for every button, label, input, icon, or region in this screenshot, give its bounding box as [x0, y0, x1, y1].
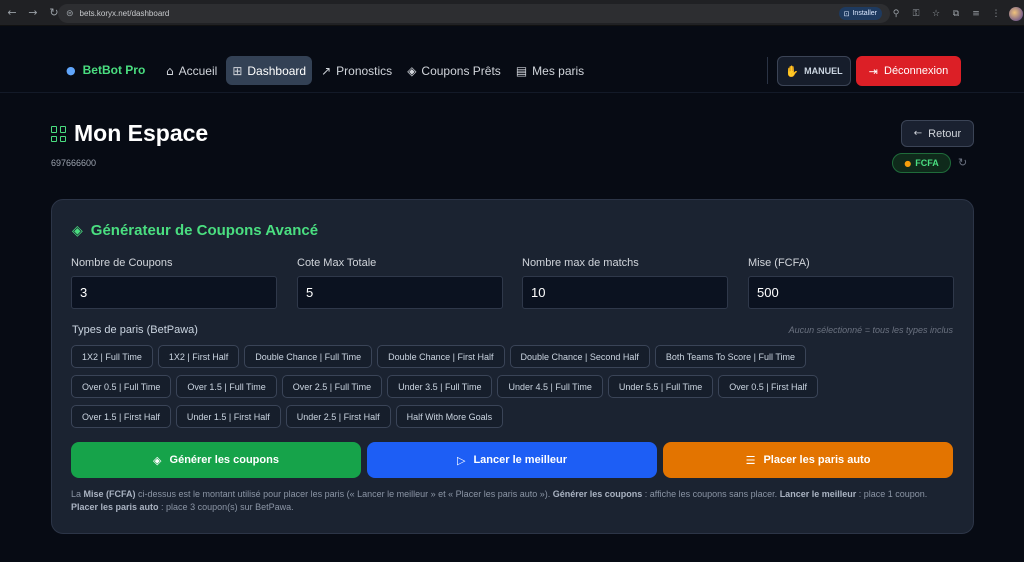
max-matches-label: Nombre max de matchs — [522, 257, 639, 269]
bet-type-chip[interactable]: Double Chance | Second Half — [509, 345, 650, 368]
money-bag-icon: ● — [904, 158, 912, 168]
address-bar[interactable]: ⊜ bets.koryx.net/dashboard ⊡ Installer — [58, 4, 890, 23]
bet-type-chip[interactable]: Under 4.5 | Full Time — [497, 375, 603, 398]
browser-toolbar: ← → ↻ ⊜ bets.koryx.net/dashboard ⊡ Insta… — [0, 0, 1024, 26]
bet-type-chip[interactable]: Over 1.5 | First Half — [71, 405, 171, 428]
bet-type-chip[interactable]: Double Chance | Full Time — [244, 345, 373, 368]
bet-types-row: Over 0.5 | Full Time Over 1.5 | Full Tim… — [71, 375, 961, 398]
bet-type-chip[interactable]: Under 5.5 | Full Time — [607, 375, 714, 398]
nav-item-dashboard[interactable]: ⊞ Dashboard — [226, 56, 313, 85]
back-arrow-icon[interactable]: ← — [3, 4, 21, 22]
profile-avatar[interactable] — [1009, 6, 1023, 21]
bet-type-chip[interactable]: Over 1.5 | Full Time — [176, 375, 277, 398]
dashboard-grid-icon — [51, 126, 67, 142]
bet-types-label: Types de paris (BetPawa) — [72, 324, 198, 336]
bet-type-chip[interactable]: 1X2 | First Half — [157, 345, 240, 368]
bookmark-star-icon[interactable]: ☆ — [929, 7, 943, 21]
max-odds-label: Cote Max Totale — [297, 257, 377, 269]
forward-arrow-icon[interactable]: → — [24, 4, 42, 22]
install-icon: ⊡ — [843, 10, 850, 18]
globe-icon: ● — [66, 63, 76, 77]
bet-types-row: 1X2 | Full Time 1X2 | First Half Double … — [71, 345, 961, 368]
hand-icon: ✋ — [785, 64, 800, 78]
bet-type-chip[interactable]: Over 0.5 | First Half — [718, 375, 819, 398]
stake-field: Mise (FCFA) — [748, 257, 954, 309]
nav-item-mes-paris[interactable]: ▤ Mes paris — [510, 56, 590, 85]
logout-button[interactable]: ⇥ Déconnexion — [856, 56, 961, 86]
bet-type-chip[interactable]: Both Teams To Score | Full Time — [654, 345, 806, 368]
bet-type-chip[interactable]: Half With More Goals — [395, 405, 504, 428]
place-auto-bets-button[interactable]: ☰ Placer les paris auto — [663, 442, 953, 478]
bet-type-chip[interactable]: Under 1.5 | First Half — [175, 405, 281, 428]
bet-type-chip[interactable]: Double Chance | First Half — [377, 345, 505, 368]
max-matches-field: Nombre max de matchs — [522, 257, 728, 309]
refresh-icon[interactable]: ↻ — [958, 156, 967, 169]
zoom-icon[interactable]: ⚲ — [889, 7, 903, 21]
trend-icon: ↗ — [321, 63, 332, 78]
bet-type-chip[interactable]: Under 3.5 | Full Time — [387, 375, 493, 398]
page-title: Mon Espace — [74, 120, 209, 146]
media-icon[interactable]: ≡ — [969, 7, 983, 21]
launch-best-button[interactable]: ▷ Lancer le meilleur — [367, 442, 657, 478]
coupons-count-field: Nombre de Coupons — [71, 257, 277, 309]
max-odds-input[interactable] — [297, 276, 503, 309]
bet-types-note: Aucun sélectionné = tous les types inclu… — [788, 325, 953, 335]
manual-mode-button[interactable]: ✋ MANUEL — [777, 56, 851, 86]
install-app-button[interactable]: ⊡ Installer — [838, 7, 882, 20]
coupons-count-input[interactable] — [71, 276, 277, 309]
bet-type-chip[interactable]: Over 2.5 | Full Time — [281, 375, 383, 398]
nav-item-pronostics[interactable]: ↗ Pronostics — [315, 56, 398, 85]
grid-icon: ⊞ — [232, 63, 243, 78]
url-text: bets.koryx.net/dashboard — [79, 9, 170, 18]
bet-type-chip[interactable]: 1X2 | Full Time — [71, 345, 153, 368]
home-icon: ⌂ — [166, 63, 174, 78]
layers-icon: ◈ — [407, 63, 417, 78]
layers-icon: ◈ — [72, 222, 83, 239]
brand-logo[interactable]: ● BetBot Pro — [66, 63, 145, 77]
generator-title: ◈ Générateur de Coupons Avancé — [72, 222, 319, 239]
nav-item-coupons-prets[interactable]: ◈ Coupons Prêts — [401, 56, 507, 85]
max-matches-input[interactable] — [522, 276, 728, 309]
site-info-icon[interactable]: ⊜ — [66, 9, 74, 19]
bet-types-list: 1X2 | Full Time 1X2 | First Half Double … — [71, 345, 961, 435]
stake-input[interactable] — [748, 276, 954, 309]
receipt-icon: ▤ — [515, 63, 528, 78]
bet-type-chip[interactable]: Over 0.5 | Full Time — [71, 375, 172, 398]
back-button[interactable]: ← Retour — [901, 120, 974, 147]
logout-icon: ⇥ — [868, 64, 878, 78]
nav-item-accueil[interactable]: ⌂ Accueil — [160, 56, 223, 85]
stake-label: Mise (FCFA) — [748, 257, 810, 269]
bet-type-chip[interactable]: Under 2.5 | First Half — [285, 405, 391, 428]
key-icon[interactable]: ⚿ — [909, 7, 923, 21]
app-header: ● BetBot Pro ⌂ Accueil ⊞ Dashboard ↗ Pro… — [0, 26, 1024, 93]
coupon-generator-card: ◈ Générateur de Coupons Avancé Nombre de… — [51, 199, 974, 534]
extensions-icon[interactable]: ⧉ — [949, 7, 963, 21]
help-text: La Mise (FCFA) ci-dessus est le montant … — [71, 489, 928, 512]
brand-name: BetBot Pro — [82, 63, 146, 77]
menu-icon[interactable]: ⋮ — [989, 7, 1003, 21]
main-nav: ⌂ Accueil ⊞ Dashboard ↗ Pronostics ◈ Cou… — [160, 56, 593, 85]
max-odds-field: Cote Max Totale — [297, 257, 503, 309]
database-icon: ☰ — [745, 453, 756, 467]
bet-types-row: Over 1.5 | First Half Under 1.5 | First … — [71, 405, 961, 428]
play-icon: ▷ — [456, 453, 466, 467]
currency-badge: ● FCFA — [892, 153, 951, 173]
header-divider — [767, 57, 768, 84]
user-id: 697666600 — [51, 158, 97, 168]
coupons-count-label: Nombre de Coupons — [71, 257, 173, 269]
layers-icon: ◈ — [153, 453, 162, 467]
generate-coupons-button[interactable]: ◈ Générer les coupons — [71, 442, 361, 478]
arrow-left-icon: ← — [913, 128, 923, 139]
